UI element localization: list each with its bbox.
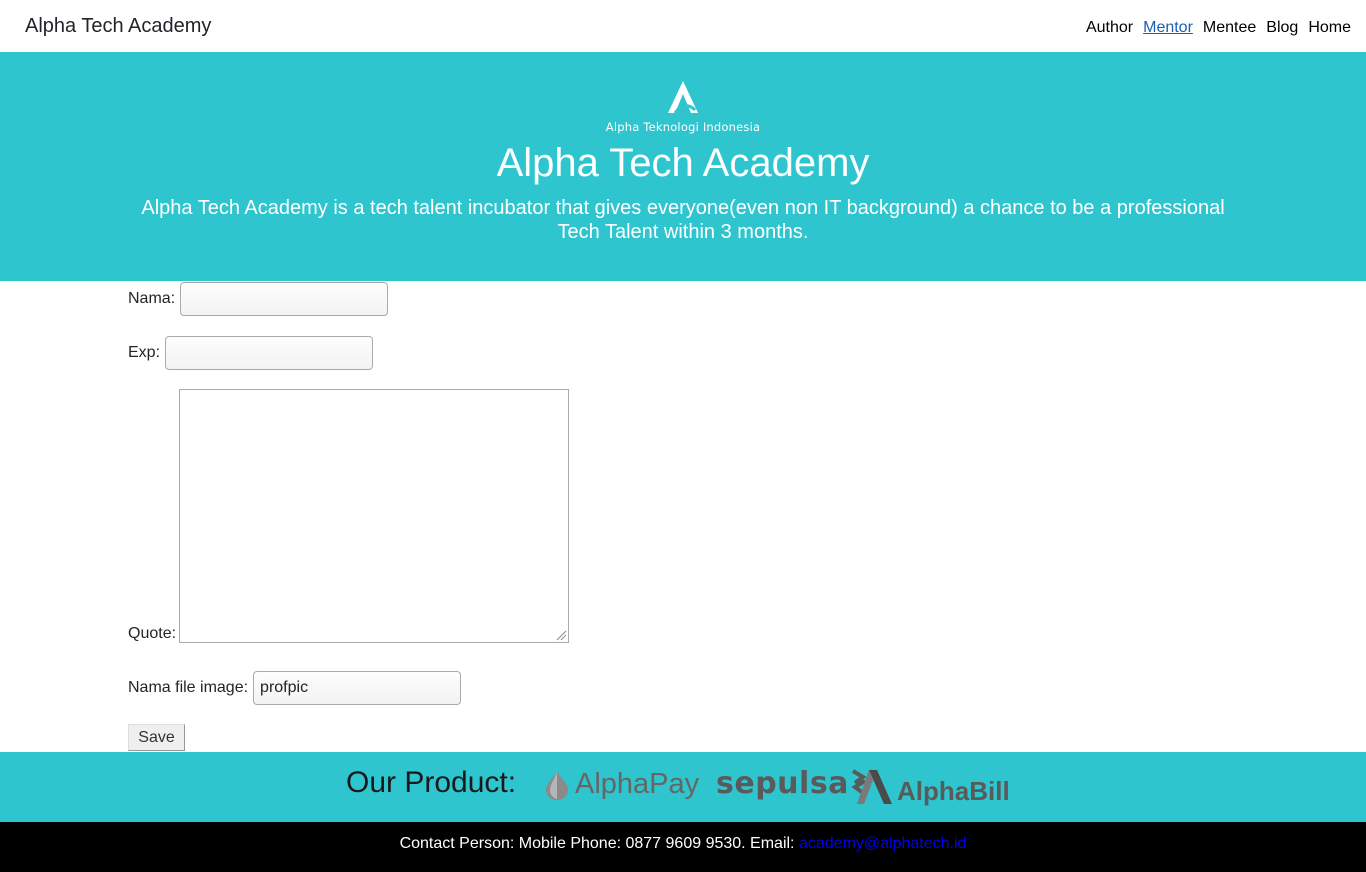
alphabill-name: AlphaBill [897,776,1010,806]
contact-footer: Contact Person: Mobile Phone: 0877 9609 … [0,822,1366,872]
alpha-logo: Alpha Teknologi Indonesia [600,80,766,138]
resize-grip-icon[interactable] [555,629,567,641]
nama-input[interactable] [180,282,389,316]
image-field: Nama file image: [128,671,462,705]
save-button[interactable]: Save [128,724,185,751]
image-filename-input[interactable] [253,671,462,705]
alpha-logo-icon [668,81,698,114]
nav-link-blog[interactable]: Blog [1266,18,1298,38]
hero-banner: Alpha Teknologi Indonesia Alpha Tech Aca… [0,52,1366,281]
alphapay-logo-icon [546,770,568,800]
nav-link-mentee[interactable]: Mentee [1203,18,1256,38]
quote-textarea[interactable] [179,389,569,643]
brand-link[interactable]: Alpha Tech Academy [25,14,211,38]
quote-label: Quote: [128,625,177,642]
navbar: Alpha Tech Academy Author Mentor Mentee … [0,0,1366,52]
alphabill-logo: AlphaBill [855,766,1010,807]
exp-label: Exp: [128,344,161,361]
nav-link-home[interactable]: Home [1308,18,1351,38]
products-title: Our Product: [346,766,517,799]
nama-field: Nama: [128,282,389,316]
hero-title: Alpha Tech Academy [496,141,870,185]
alphabill-logo-icon [857,769,892,804]
nav-links: Author Mentor Mentee Blog Home [1086,18,1351,38]
contact-text: Contact Person: Mobile Phone: 0877 9609 … [399,835,799,852]
nama-label: Nama: [128,290,176,307]
exp-field: Exp: [128,336,374,370]
alphapay-name: AlphaPay [575,768,700,800]
nav-link-mentor[interactable]: Mentor [1143,18,1193,38]
sepulsa-logo: sepulsa [716,766,869,801]
alphapay-logo: AlphaPay [543,768,699,801]
contact-email-link[interactable]: academy@alphatech.id [799,835,966,852]
products-section: Our Product: AlphaPay sepulsa AlphaBill [0,752,1366,822]
sepulsa-name: sepulsa [716,766,849,801]
nav-link-author[interactable]: Author [1086,18,1133,38]
logo-text: Alpha Teknologi Indonesia [605,120,761,134]
image-label: Nama file image: [128,679,249,696]
exp-input[interactable] [165,336,374,370]
hero-description: Alpha Tech Academy is a tech talent incu… [141,197,1225,243]
